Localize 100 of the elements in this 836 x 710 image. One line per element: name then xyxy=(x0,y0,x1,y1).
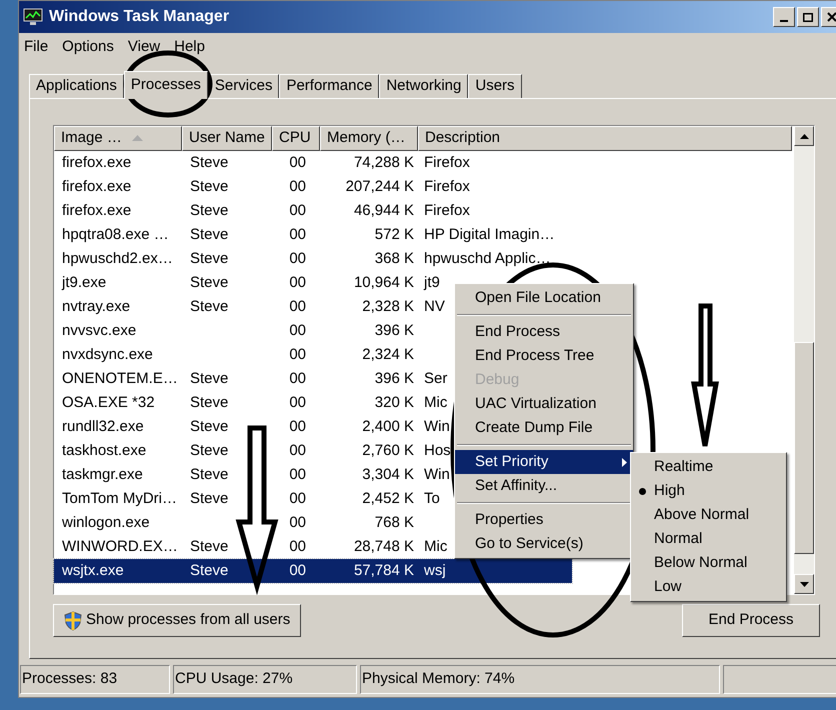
column-header[interactable]: User Name xyxy=(182,126,272,150)
table-cell-text: firefox.exe xyxy=(61,176,132,197)
table-row[interactable]: firefox.exe Steve 00 207,244 K Firefox xyxy=(54,175,572,199)
table-cell-text: Steve xyxy=(189,392,230,413)
status-field: CPU Usage: 27% xyxy=(173,665,357,694)
menu-item[interactable]: Options xyxy=(62,36,114,58)
table-cell-text: HP Digital Imagin… xyxy=(424,224,555,245)
table-cell-text: 207,244 K xyxy=(344,176,415,197)
menu-item[interactable]: Properties xyxy=(455,508,633,532)
tab[interactable]: Networking xyxy=(379,74,468,98)
table-cell-text: 00 xyxy=(288,344,307,365)
menu-item[interactable]: Set Affinity... xyxy=(455,474,633,498)
menu-item[interactable]: Low xyxy=(631,575,786,599)
table-cell-text: 28,748 K xyxy=(352,536,415,557)
table-cell-text: rundll32.exe xyxy=(61,416,145,437)
table-cell-text: Mic xyxy=(424,536,448,557)
menu-item[interactable]: Create Dump File xyxy=(455,416,633,440)
table-cell-text: Steve xyxy=(189,368,230,389)
scroll-up-icon xyxy=(800,134,808,138)
end-process-button[interactable]: End Process xyxy=(682,604,820,637)
column-header[interactable]: Image … xyxy=(54,126,182,150)
table-row[interactable]: firefox.exe Steve 00 46,944 K Firefox xyxy=(54,199,572,223)
table-cell-text: 320 K xyxy=(374,392,415,413)
table-cell-text: nvxdsync.exe xyxy=(61,344,154,365)
tab[interactable]: Processes xyxy=(124,71,208,99)
table-cell-text: hpwuschd2.ex… xyxy=(61,248,174,269)
table-cell-text: 57,784 K xyxy=(352,560,415,581)
table-cell-text: jt9.exe xyxy=(60,272,108,293)
table-cell-text: Win xyxy=(424,464,450,485)
menu-item[interactable]: End Process Tree xyxy=(455,344,633,368)
menu-item[interactable]: Help xyxy=(174,36,205,58)
table-cell-text: nvvsvc.exe xyxy=(61,320,138,341)
table-cell-text: Steve xyxy=(189,224,230,245)
table-row[interactable]: wsjtx.exe Steve 00 57,784 K wsj xyxy=(54,559,572,583)
table-cell-text: 74,288 K xyxy=(352,152,415,173)
table-cell-text: OSA.EXE *32 xyxy=(61,392,156,413)
table-cell-text: wsj xyxy=(424,560,446,581)
scrollbar[interactable] xyxy=(794,126,814,594)
table-cell-text: 00 xyxy=(288,440,307,461)
tab[interactable]: Applications xyxy=(29,74,124,98)
minimize-button[interactable] xyxy=(773,7,795,27)
table-cell-text: Mic xyxy=(424,392,448,413)
table-cell-text: 46,944 K xyxy=(352,200,415,221)
table-cell-text: 00 xyxy=(288,296,307,317)
table-cell-text: Steve xyxy=(189,176,230,197)
table-cell-text: winlogon.exe xyxy=(61,512,151,533)
table-cell-text: wsjtx.exe xyxy=(61,560,125,581)
maximize-icon xyxy=(803,12,813,22)
table-cell-text: nvtray.exe xyxy=(61,296,132,317)
table-row[interactable]: firefox.exe Steve 00 74,288 K Firefox xyxy=(54,151,572,175)
table-cell-text: firefox.exe xyxy=(61,152,132,173)
table-cell-text: 00 xyxy=(288,488,307,509)
tab[interactable]: Performance xyxy=(279,74,380,98)
table-row[interactable]: hpwuschd2.ex… Steve 00 368 K hpwuschd Applic… xyxy=(54,247,572,271)
menu-item[interactable]: Normal xyxy=(631,527,786,551)
table-cell-text: 2,400 K xyxy=(361,416,415,437)
tab[interactable]: Users xyxy=(468,74,522,98)
table-cell-text: 2,452 K xyxy=(361,488,415,509)
table-cell-text: TomTom MyDri… xyxy=(61,488,178,509)
menu-item[interactable]: View xyxy=(128,36,160,58)
table-cell-text: 00 xyxy=(288,464,307,485)
status-field: Processes: 83 xyxy=(20,665,170,694)
table-cell-text: 10,964 K xyxy=(352,272,415,293)
table-cell-text: Steve xyxy=(189,560,230,581)
table-cell-text: hpqtra08.exe … xyxy=(61,224,170,245)
table-cell-text: Firefox xyxy=(424,176,470,197)
minimize-icon xyxy=(780,20,788,22)
table-cell-text: Steve xyxy=(189,440,230,461)
column-header[interactable]: Memory (… xyxy=(320,126,418,150)
menu-item[interactable]: Set Priority xyxy=(455,450,633,474)
tab[interactable]: Services xyxy=(208,74,280,98)
table-cell-text: jt9 xyxy=(424,272,440,293)
menu-item[interactable]: Open File Location xyxy=(455,286,633,310)
table-cell-text: Ser xyxy=(424,368,448,389)
menu-item[interactable]: UAC Virtualization xyxy=(455,392,633,416)
menu-item[interactable]: Above Normal xyxy=(631,503,786,527)
table-cell-text: 00 xyxy=(288,224,307,245)
table-cell-text: WINWORD.EX… xyxy=(61,536,179,557)
column-header[interactable]: Description xyxy=(418,126,792,150)
table-row[interactable]: hpqtra08.exe … Steve 00 572 K HP Digital Imagin… xyxy=(54,223,572,247)
table-cell-text: 3,304 K xyxy=(361,464,415,485)
table-cell-text: 2,324 K xyxy=(361,344,415,365)
menu-item[interactable]: Realtime xyxy=(631,455,786,479)
table-cell-text: NV xyxy=(424,296,445,317)
column-header[interactable]: CPU xyxy=(272,126,320,150)
table-cell-text: 396 K xyxy=(374,368,415,389)
menu-item[interactable]: End Process xyxy=(455,320,633,344)
scroll-down-icon xyxy=(800,582,808,586)
maximize-button[interactable] xyxy=(797,7,819,27)
table-cell-text: 2,760 K xyxy=(361,440,415,461)
menu-item[interactable]: Below Normal xyxy=(631,551,786,575)
menu-item[interactable]: Go to Service(s) xyxy=(455,532,633,556)
menu-item[interactable]: File xyxy=(24,36,48,58)
table-cell-text: 00 xyxy=(288,176,307,197)
table-cell-text: taskhost.exe xyxy=(61,440,148,461)
table-cell-text: 368 K xyxy=(374,248,415,269)
scroll-thumb[interactable] xyxy=(794,342,814,554)
table-cell-text: 00 xyxy=(288,200,307,221)
menu-item[interactable]: High xyxy=(631,479,786,503)
show-all-users-button[interactable]: Show processes from all users xyxy=(53,604,302,637)
